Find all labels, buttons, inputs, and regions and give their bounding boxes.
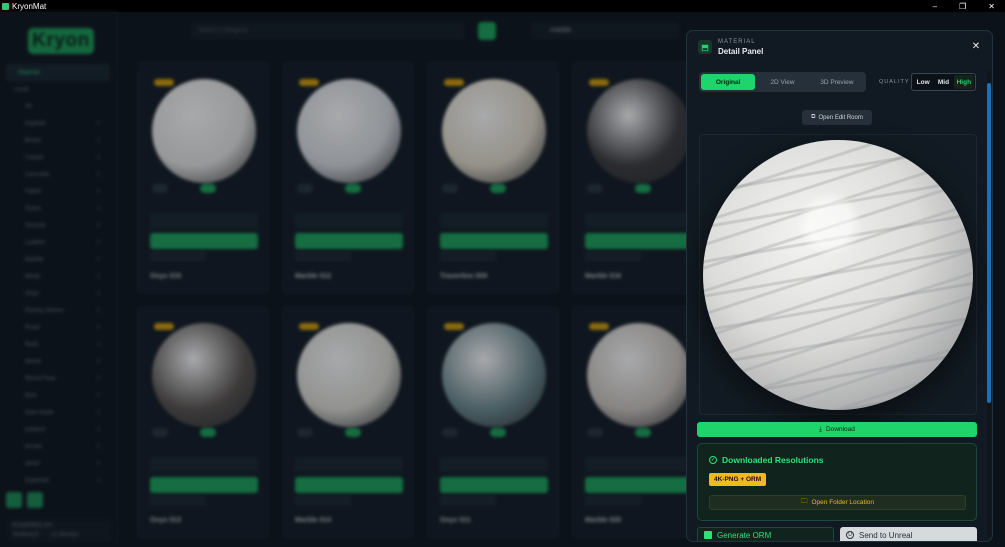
window-controls: – ❐ ✕	[933, 2, 1005, 11]
resolutions-title-label: Downloaded Resolutions	[722, 455, 824, 465]
downloaded-resolutions: ✓ Downloaded Resolutions 4K-PNG + ORM 🗀 …	[697, 443, 977, 521]
panel-kicker: MATERIAL	[718, 39, 756, 45]
download-icon: ⤓	[819, 425, 822, 433]
window-titlebar: KryonMat – ❐ ✕	[0, 0, 1005, 12]
generate-orm-label: Generate ORM	[717, 530, 772, 540]
material-icon: ⬒	[698, 40, 712, 54]
window-title: KryonMat	[12, 1, 47, 11]
check-circle-icon: ✓	[709, 456, 717, 464]
send-to-unreal-button[interactable]: U Send to Unreal	[840, 527, 977, 541]
send-to-unreal-label: Send to Unreal	[859, 530, 913, 540]
generate-orm-button[interactable]: Generate ORM	[697, 527, 834, 541]
external-link-icon: ⧉	[811, 114, 816, 120]
unreal-icon: U	[846, 531, 854, 539]
download-button[interactable]: ⤓ Download	[697, 422, 977, 437]
panel-header: ⬒ MATERIAL Detail Panel ✕	[687, 31, 992, 65]
panel-scrollbar-thumb[interactable]	[987, 83, 991, 403]
app-root: Kryon Material Local All Asphalt 4 Bricks 4 Car…	[0, 12, 1005, 547]
maximize-button[interactable]: ❐	[959, 2, 966, 11]
material-preview[interactable]	[699, 134, 977, 415]
detail-panel: ⬒ MATERIAL Detail Panel ✕ Original 2D Vie…	[686, 30, 993, 542]
tab-3d-preview[interactable]: 3D Preview	[810, 74, 864, 90]
quality-mid[interactable]: Mid	[933, 75, 953, 89]
resolution-badge: 4K-PNG + ORM	[709, 473, 767, 486]
open-folder-button[interactable]: 🗀 Open Folder Location	[709, 495, 966, 510]
open-folder-label: Open Folder Location	[811, 499, 874, 506]
tab-2d-view[interactable]: 2D View	[755, 74, 809, 90]
view-tabs: Original 2D View 3D Preview	[699, 72, 866, 92]
minimize-button[interactable]: –	[933, 2, 937, 11]
resolutions-title: ✓ Downloaded Resolutions	[709, 455, 824, 465]
open-edit-room-button[interactable]: ⧉ Open Edit Room	[802, 110, 872, 125]
folder-icon: 🗀	[800, 498, 808, 505]
close-window-button[interactable]: ✕	[988, 2, 995, 11]
download-label: Download	[825, 426, 855, 433]
open-edit-room-label: Open Edit Room	[818, 114, 863, 121]
quality-low[interactable]: Low	[913, 75, 933, 89]
app-icon	[2, 2, 9, 10]
tab-original[interactable]: Original	[701, 74, 756, 90]
quality-label: QUALITY	[879, 79, 910, 85]
quality-high[interactable]: High	[953, 75, 974, 89]
orm-icon	[704, 531, 712, 539]
panel-title: Detail Panel	[718, 47, 764, 56]
quality-selector: Low Mid High	[911, 73, 976, 91]
material-sphere-preview	[703, 140, 973, 410]
close-panel-button[interactable]: ✕	[970, 41, 982, 53]
